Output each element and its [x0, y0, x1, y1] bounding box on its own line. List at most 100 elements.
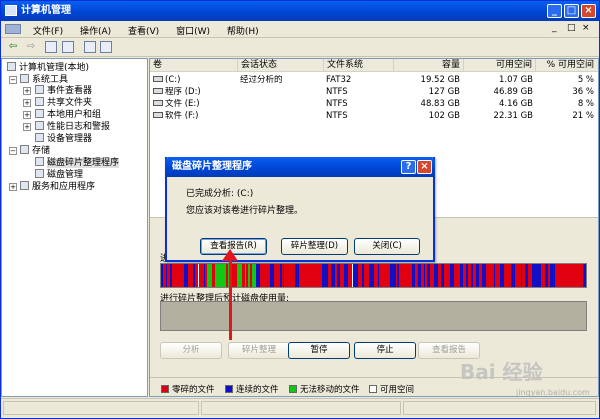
console-tree: 计算机管理(本地) − 系统工具 + 事件查看器 + 共享文件夹 + 本地用户和… — [1, 58, 148, 397]
maximize-button[interactable]: □ — [564, 4, 579, 18]
column-volume[interactable]: 卷 — [150, 59, 238, 72]
help-button[interactable]: ? — [401, 160, 416, 174]
mdi-close-button[interactable]: × — [579, 21, 593, 35]
defragment-button[interactable]: 碎片整理 — [228, 342, 290, 359]
event-viewer-icon — [35, 85, 44, 94]
volume-row[interactable]: 软件 (F:) NTFS 102 GB 22.31 GB 21 % — [150, 111, 598, 122]
storage-icon — [20, 145, 29, 154]
toolbar: ⇦ ⇨ — [1, 38, 599, 57]
close-dialog-button[interactable]: 关闭(C) — [354, 238, 420, 255]
analyze-button[interactable]: 分析 — [160, 342, 222, 359]
up-folder-icon[interactable] — [45, 41, 57, 53]
back-arrow-icon[interactable]: ⇦ — [6, 40, 20, 54]
capacity: 48.83 GB — [420, 99, 460, 109]
drive-icon — [153, 112, 163, 118]
tree-item-disk-management[interactable]: 磁盘管理 — [35, 169, 83, 181]
properties-icon[interactable] — [84, 41, 96, 53]
perf-logs-icon — [35, 121, 44, 130]
device-manager-icon — [35, 133, 44, 142]
free-space: 46.89 GB — [493, 87, 533, 97]
analysis-usage-bar — [160, 263, 587, 288]
file-system: NTFS — [326, 87, 348, 97]
title-bar[interactable]: 计算机管理 _ □ × — [1, 1, 599, 21]
analysis-complete-text: 已完成分析: (C:) — [186, 189, 254, 199]
percent-free: 5 % — [577, 75, 594, 85]
folder-icon — [35, 97, 44, 106]
volume-row[interactable]: 文件 (E:) NTFS 48.83 GB 4.16 GB 8 % — [150, 99, 598, 110]
percent-free: 21 % — [572, 111, 594, 121]
collapse-toggle[interactable]: − — [9, 76, 17, 84]
unmovable-swatch — [289, 385, 297, 393]
menu-view[interactable]: 查看(V) — [121, 21, 166, 37]
column-percent-free[interactable]: % 可用空间 — [536, 59, 598, 72]
tools-icon — [20, 74, 29, 83]
defrag-icon — [35, 157, 44, 166]
tree-item-shared-folders[interactable]: 共享文件夹 — [35, 97, 92, 109]
view-report-button[interactable]: 查看报告 — [418, 342, 480, 359]
annotation-arrow — [229, 258, 232, 340]
users-icon — [35, 109, 44, 118]
column-file-system[interactable]: 文件系统 — [324, 59, 394, 72]
tree-item-defrag[interactable]: 磁盘碎片整理程序 — [35, 157, 120, 169]
expand-toggle[interactable]: + — [23, 87, 31, 95]
menu-file[interactable]: 文件(F) — [26, 21, 70, 37]
tree-item-storage[interactable]: 存储 — [20, 145, 50, 157]
expand-toggle[interactable]: + — [23, 111, 31, 119]
legend-free-space: 可用空间 — [369, 385, 414, 395]
fragmented-swatch — [161, 385, 169, 393]
column-free-space[interactable]: 可用空间 — [464, 59, 536, 72]
expand-toggle[interactable]: + — [23, 123, 31, 131]
menu-help[interactable]: 帮助(H) — [220, 21, 266, 37]
column-capacity[interactable]: 容量 — [394, 59, 464, 72]
console-icon[interactable] — [5, 24, 21, 34]
file-system: NTFS — [326, 111, 348, 121]
mdi-minimize-button[interactable]: _ — [549, 21, 560, 35]
pause-button[interactable]: 暂停 — [288, 342, 350, 359]
volume-list-header: 卷 会话状态 文件系统 容量 可用空间 % 可用空间 — [150, 59, 598, 72]
drive-icon — [153, 88, 163, 94]
column-session-status[interactable]: 会话状态 — [238, 59, 324, 72]
status-cell — [201, 401, 401, 415]
menu-window[interactable]: 窗口(W) — [169, 21, 217, 37]
dialog-title-bar[interactable]: 磁盘碎片整理程序 ? × — [165, 157, 435, 177]
mdi-restore-button[interactable]: □ — [564, 21, 579, 35]
tree-item-services[interactable]: 服务和应用程序 — [20, 181, 95, 193]
computer-icon — [7, 62, 16, 71]
contiguous-swatch — [225, 385, 233, 393]
expand-toggle[interactable]: + — [9, 183, 17, 191]
stop-button[interactable]: 停止 — [354, 342, 416, 359]
volume-row[interactable]: (C:) 经过分析的 FAT32 19.52 GB 1.07 GB 5 % — [150, 75, 598, 86]
status-cell — [403, 401, 596, 415]
menu-action[interactable]: 操作(A) — [73, 21, 118, 37]
defrag-dialog: 磁盘碎片整理程序 ? × 已完成分析: (C:) 您应该对该卷进行碎片整理。 查… — [165, 157, 435, 262]
expand-toggle[interactable]: + — [23, 99, 31, 107]
watermark-url: jingyan.baidu.com — [516, 388, 590, 397]
help-book-icon[interactable] — [100, 41, 112, 53]
tree-item-root[interactable]: 计算机管理(本地) — [7, 62, 89, 74]
close-button[interactable]: × — [581, 4, 596, 18]
dialog-close-icon[interactable]: × — [417, 160, 432, 174]
forward-arrow-icon[interactable]: ⇨ — [24, 40, 38, 54]
volume-row[interactable]: 程序 (D:) NTFS 127 GB 46.89 GB 36 % — [150, 87, 598, 98]
usage-segment — [583, 264, 586, 287]
tree-item-event-viewer[interactable]: 事件查看器 — [35, 85, 92, 97]
defragment-dialog-button[interactable]: 碎片整理(D) — [281, 238, 348, 255]
capacity: 19.52 GB — [420, 75, 460, 85]
file-system: NTFS — [326, 99, 348, 109]
session-status — [240, 111, 324, 122]
free-space: 1.07 GB — [498, 75, 533, 85]
collapse-toggle[interactable]: − — [9, 147, 17, 155]
tree-item-local-users[interactable]: 本地用户和组 — [35, 109, 101, 121]
drive-icon — [153, 100, 163, 106]
drive-icon — [153, 76, 163, 82]
session-status — [240, 99, 324, 110]
free-space: 4.16 GB — [498, 99, 533, 109]
show-tree-icon[interactable] — [62, 41, 74, 53]
percent-free: 36 % — [572, 87, 594, 97]
minimize-button[interactable]: _ — [547, 4, 562, 18]
after-defrag-usage-bar — [160, 301, 587, 331]
services-icon — [20, 181, 29, 190]
session-status — [240, 87, 324, 98]
tree-item-perf-logs[interactable]: 性能日志和警报 — [35, 121, 110, 133]
tree-item-device-manager[interactable]: 设备管理器 — [35, 133, 92, 145]
